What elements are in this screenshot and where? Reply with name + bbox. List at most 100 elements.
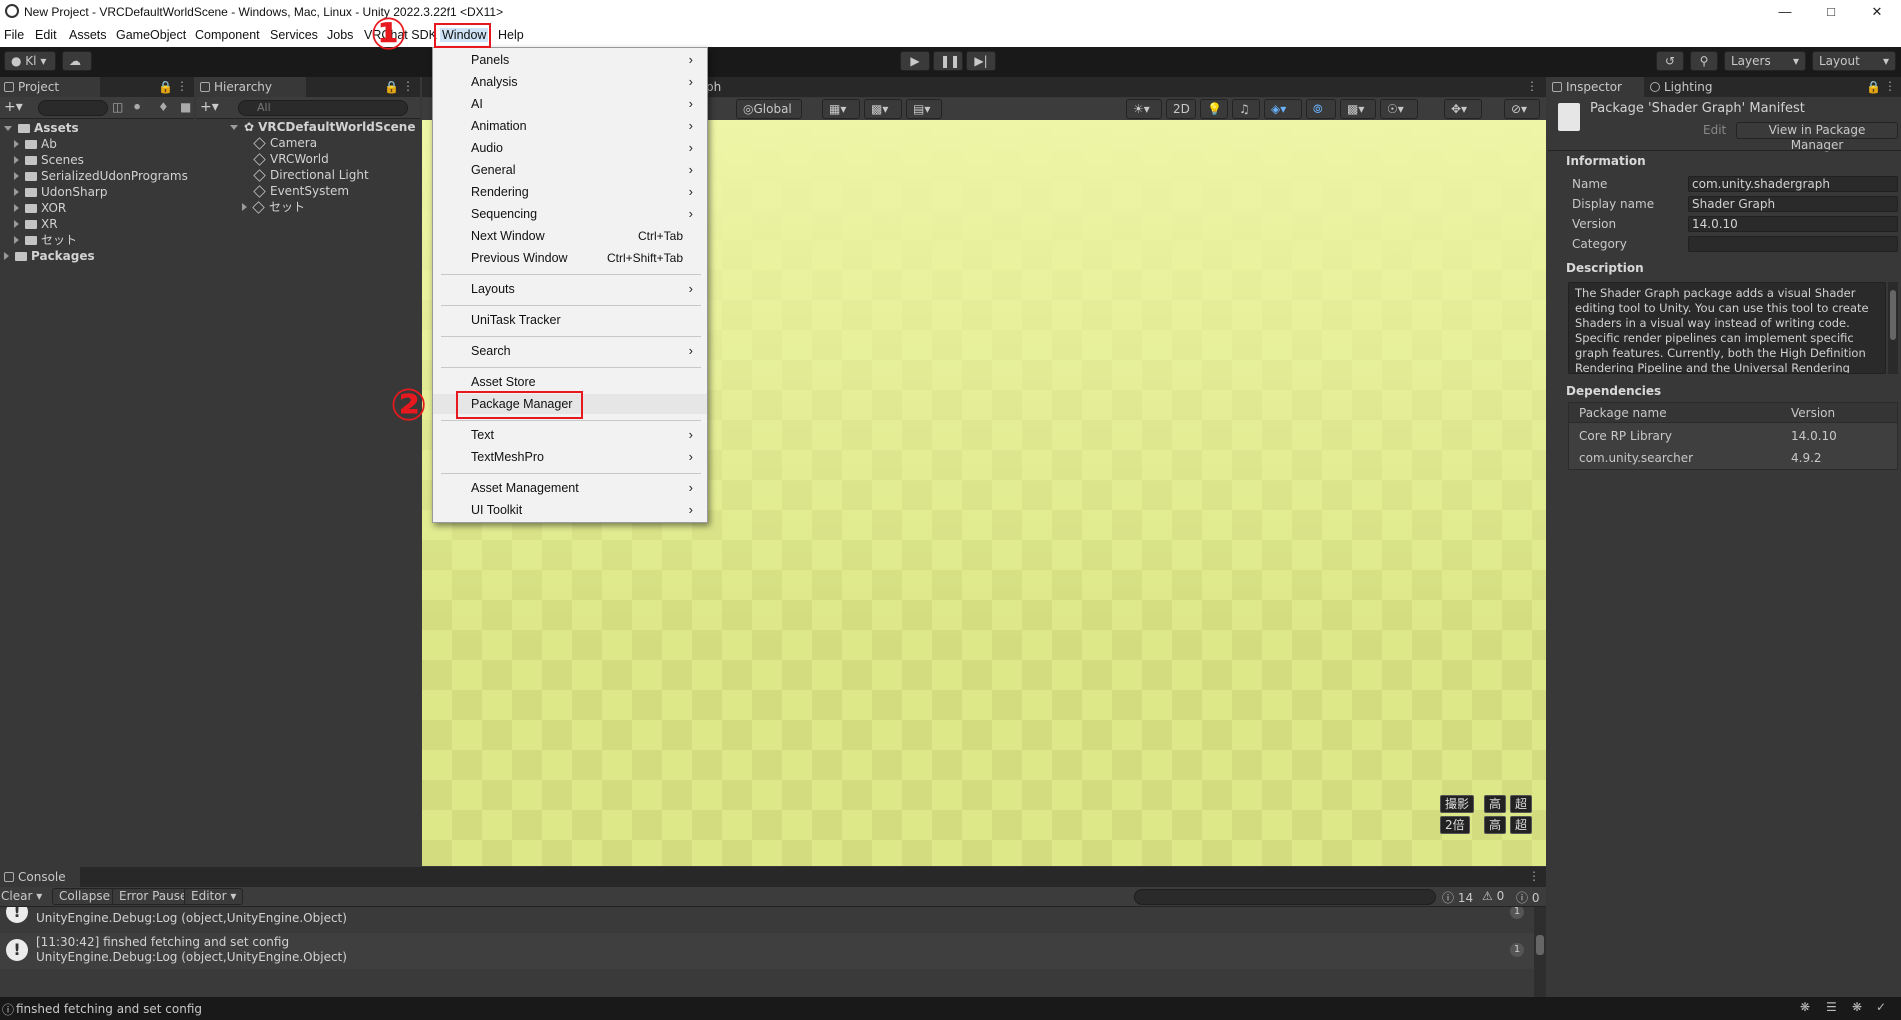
gizmos-icon[interactable]: ☉▾ (1380, 99, 1418, 119)
menu-item-ui-toolkit[interactable]: UI Toolkit › (433, 500, 707, 520)
audio-toggle-icon[interactable]: ♫ (1232, 99, 1260, 119)
cloud-icon[interactable]: ☁ (62, 51, 92, 71)
expand-arrow-icon[interactable] (14, 236, 19, 244)
menu-item-unitask-tracker[interactable]: UniTask Tracker (433, 310, 707, 330)
tree-item-assets[interactable]: Assets (4, 120, 79, 136)
hierarchy-item-camera[interactable]: Camera (253, 135, 317, 151)
field-name-value[interactable]: com.unity.shadergraph (1688, 176, 1898, 192)
list-item[interactable]: ! UnityEngine.Debug:Log (object,UnityEng… (0, 907, 1534, 931)
step-button[interactable]: ▶| (966, 51, 996, 71)
expand-arrow-icon[interactable] (230, 125, 238, 130)
project-search-input[interactable] (38, 100, 108, 116)
more-menu-icon[interactable]: ⋮ (176, 79, 188, 93)
hierarchy-search-input[interactable]: All (238, 100, 408, 116)
add-icon[interactable]: +▾ (4, 99, 23, 115)
field-version-value[interactable]: 14.0.10 (1688, 216, 1898, 232)
overlay-high-button[interactable]: 高 (1484, 795, 1507, 813)
menu-edit[interactable]: Edit (35, 28, 57, 42)
console-search-input[interactable] (1134, 889, 1436, 905)
menu-item-rendering[interactable]: Rendering › (433, 182, 707, 202)
history-icon[interactable]: ↺ (1656, 51, 1684, 71)
tree-item-ab[interactable]: Ab (14, 136, 57, 152)
tree-item-xr[interactable]: XR (14, 216, 58, 232)
expand-arrow-icon[interactable] (14, 188, 19, 196)
collapse-button[interactable]: Collapse (52, 888, 117, 905)
clear-button[interactable]: Clear ▾ (1, 889, 42, 903)
tree-item-serializedudonprograms[interactable]: SerializedUdonPrograms (14, 168, 188, 184)
menu-item-textmeshpro[interactable]: TextMeshPro › (433, 447, 707, 467)
grid-icon[interactable]: ▩▾ (864, 99, 902, 119)
close-button[interactable]: ✕ (1854, 0, 1900, 24)
add-icon[interactable]: +▾ (200, 99, 219, 115)
menu-item-panels[interactable]: Panels › (433, 50, 707, 70)
console-scrollbar[interactable] (1534, 907, 1546, 997)
menu-item-analysis[interactable]: Analysis › (433, 72, 707, 92)
global-toggle[interactable]: ◎Global ▾ (736, 99, 802, 134)
scene-tab-label[interactable]: ph (706, 80, 721, 94)
tree-item-scenes[interactable]: Scenes (14, 152, 84, 168)
expand-arrow-icon[interactable] (4, 126, 12, 131)
transform-tools-icon[interactable]: ✥▾ (1444, 99, 1482, 119)
hierarchy-item-eventsystem[interactable]: EventSystem (253, 183, 349, 199)
error-pause-button[interactable]: Error Pause (112, 888, 195, 905)
menu-item-animation[interactable]: Animation › (433, 116, 707, 136)
menu-item-general[interactable]: General › (433, 160, 707, 180)
more-menu-icon[interactable]: ⋮ (402, 79, 414, 93)
expand-arrow-icon[interactable] (14, 220, 19, 228)
tab-hierarchy[interactable]: Hierarchy (196, 77, 306, 97)
menu-item-asset-management[interactable]: Asset Management › (433, 478, 707, 498)
error-count-toggle[interactable]: ⓘ 0 (1516, 889, 1539, 906)
hierarchy-scene-root[interactable]: ✿ VRCDefaultWorldScene (230, 119, 415, 135)
camera-settings-icon[interactable]: ▩▾ (1340, 99, 1376, 119)
status-message[interactable]: finshed fetching and set config (16, 1002, 202, 1016)
visibility-toggle-icon[interactable]: ⦾ (1306, 99, 1336, 119)
tree-item-xor[interactable]: XOR (14, 200, 66, 216)
expand-arrow-icon[interactable] (14, 140, 19, 148)
overlay-ultra-button[interactable]: 超 (1510, 795, 1533, 813)
menu-item-previous-window[interactable]: Previous Window Ctrl+Shift+Tab (433, 248, 707, 268)
layers-dropdown[interactable]: Layers ▾ (1724, 51, 1806, 71)
list-item[interactable]: ! [11:30:42] finshed fetching and set co… (0, 933, 1534, 969)
lighting-toggle-icon[interactable]: 💡 (1200, 99, 1228, 119)
hierarchy-item-set[interactable]: セット (242, 199, 305, 215)
minimize-button[interactable]: — (1762, 0, 1808, 24)
expand-arrow-icon[interactable] (14, 156, 19, 164)
account-dropdown[interactable]: ● Kl ▾ (4, 51, 56, 71)
grid-snap-icon[interactable]: ▦▾ (822, 99, 860, 119)
layout-dropdown[interactable]: Layout ▾ (1812, 51, 1896, 71)
view-in-package-manager-button[interactable]: View in Package Manager (1736, 122, 1898, 152)
expand-arrow-icon[interactable] (14, 172, 19, 180)
overlay-high-button-2[interactable]: 高 (1484, 816, 1507, 834)
overlay-ultra-button-2[interactable]: 超 (1510, 816, 1533, 834)
field-display-name-value[interactable]: Shader Graph (1688, 196, 1898, 212)
hidden-packages-icon[interactable]: ■ (180, 100, 191, 114)
menu-item-audio[interactable]: Audio › (433, 138, 707, 158)
tab-lighting[interactable]: Lighting (1646, 77, 1732, 97)
description-scrollbar[interactable] (1888, 282, 1898, 374)
menu-item-asset-store[interactable]: Asset Store (433, 372, 707, 392)
increment-snap-icon[interactable]: ▤▾ (906, 99, 942, 119)
expand-arrow-icon[interactable] (14, 204, 19, 212)
filter-icon[interactable]: ◫ (112, 100, 123, 114)
menu-assets[interactable]: Assets (69, 28, 107, 42)
tree-item-set[interactable]: セット (14, 232, 77, 248)
expand-arrow-icon[interactable] (4, 252, 9, 260)
menu-item-ai[interactable]: AI › (433, 94, 707, 114)
menu-item-layouts[interactable]: Layouts › (433, 279, 707, 299)
menu-item-search[interactable]: Search › (433, 341, 707, 361)
debug-icon[interactable]: ❋ (1800, 1000, 1810, 1014)
more-menu-icon[interactable]: ⋮ (1528, 869, 1540, 883)
tree-item-packages[interactable]: Packages (4, 248, 95, 264)
table-row[interactable]: Core RP Library 14.0.10 (1569, 427, 1897, 447)
tab-inspector[interactable]: Inspector (1548, 77, 1644, 97)
label-filter-icon[interactable]: ♦ (158, 100, 169, 114)
menu-file[interactable]: File (4, 28, 24, 42)
menu-jobs[interactable]: Jobs (327, 28, 353, 42)
lock-icon[interactable]: 🔒 (1866, 80, 1881, 94)
menu-item-text[interactable]: Text › (433, 425, 707, 445)
edit-button[interactable]: Edit (1696, 122, 1734, 139)
hierarchy-item-vrcworld[interactable]: VRCWorld (253, 151, 329, 167)
table-row[interactable]: com.unity.searcher 4.9.2 (1569, 449, 1897, 469)
orientation-icon[interactable]: ⊘▾ (1504, 99, 1540, 119)
maximize-button[interactable]: □ (1808, 0, 1854, 24)
